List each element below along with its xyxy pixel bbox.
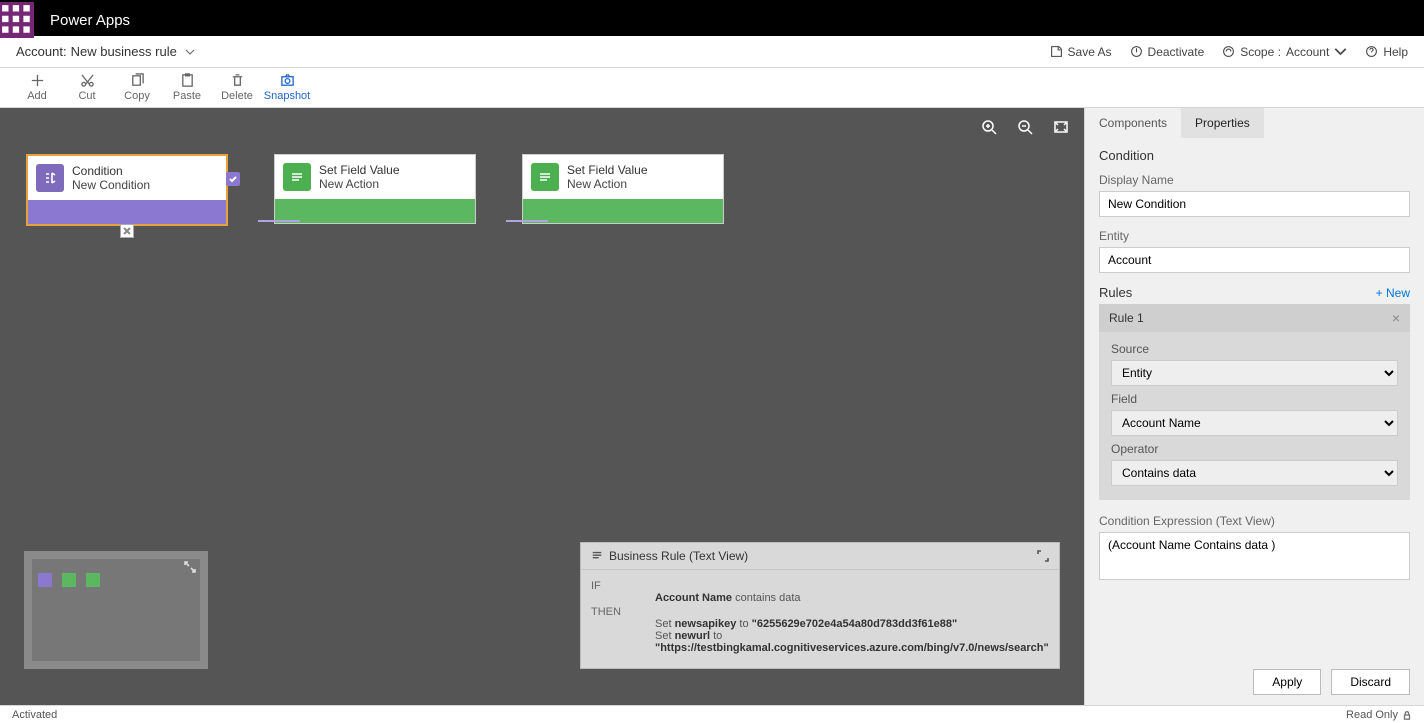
add-button[interactable]: Add <box>12 68 62 107</box>
scope-dropdown[interactable]: Scope : Account <box>1222 45 1347 59</box>
minimap-node <box>38 573 52 587</box>
rule-box: Rule 1 × Source Entity Field Account Nam… <box>1099 304 1410 500</box>
app-name: Power Apps <box>34 12 130 29</box>
title-bar: Power Apps <box>0 0 1424 36</box>
design-canvas[interactable]: Condition New Condition Set Field Value … <box>0 108 1084 705</box>
entity-label: Account: <box>16 44 67 59</box>
rule-header: Account: New business rule Save As Deact… <box>0 36 1424 68</box>
discard-button[interactable]: Discard <box>1331 669 1410 695</box>
minimap-node <box>86 573 100 587</box>
text-view-title: Business Rule (Text View) <box>609 549 748 563</box>
action-node[interactable]: Set Field Value New Action <box>522 154 724 224</box>
node-subtitle: New Action <box>567 177 648 191</box>
new-rule-button[interactable]: + New <box>1376 286 1410 300</box>
set-value-icon <box>531 163 559 191</box>
minimap-node <box>62 573 76 587</box>
node-subtitle: New Condition <box>72 178 150 192</box>
expand-icon[interactable] <box>1037 550 1049 562</box>
expression-label: Condition Expression (Text View) <box>1099 514 1410 528</box>
status-right: Read Only <box>1346 709 1412 721</box>
apply-button[interactable]: Apply <box>1253 669 1321 695</box>
properties-panel: Components Properties Condition Display … <box>1084 108 1424 705</box>
delete-button[interactable]: Delete <box>212 68 262 107</box>
entity-label: Entity <box>1099 229 1410 243</box>
expand-icon[interactable] <box>184 561 198 575</box>
node-title: Set Field Value <box>567 163 648 177</box>
save-as-button[interactable]: Save As <box>1050 45 1112 59</box>
expression-textarea[interactable]: (Account Name Contains data ) <box>1099 532 1410 580</box>
fit-screen-button[interactable] <box>1052 118 1070 136</box>
connector <box>258 220 300 222</box>
business-rule-text-view: Business Rule (Text View) IF Account Nam… <box>580 542 1060 669</box>
entity-input[interactable] <box>1099 247 1410 273</box>
tab-properties[interactable]: Properties <box>1181 108 1264 138</box>
snapshot-button[interactable]: Snapshot <box>262 68 312 107</box>
rule-title-dropdown[interactable]: Account: New business rule <box>16 44 195 59</box>
text-view-icon <box>591 550 603 562</box>
deactivate-button[interactable]: Deactivate <box>1130 45 1205 59</box>
node-title: Condition <box>72 164 150 178</box>
tab-components[interactable]: Components <box>1085 108 1181 138</box>
paste-button[interactable]: Paste <box>162 68 212 107</box>
rule-name: New business rule <box>71 44 177 59</box>
delete-rule-button[interactable]: × <box>1392 310 1400 326</box>
action-toolbar: Add Cut Copy Paste Delete Snapshot <box>0 68 1424 108</box>
operator-select[interactable]: Contains data <box>1111 460 1398 486</box>
chevron-down-icon <box>1334 45 1347 58</box>
zoom-out-button[interactable] <box>1016 118 1034 136</box>
minimap[interactable] <box>24 551 208 669</box>
connector <box>506 220 548 222</box>
field-select[interactable]: Account Name <box>1111 410 1398 436</box>
set-value-icon <box>283 163 311 191</box>
node-subtitle: New Action <box>319 177 400 191</box>
display-name-input[interactable] <box>1099 191 1410 217</box>
lock-icon <box>1402 710 1412 720</box>
display-name-label: Display Name <box>1099 173 1410 187</box>
rules-label: Rules <box>1099 285 1132 300</box>
zoom-in-button[interactable] <box>980 118 998 136</box>
true-connector[interactable] <box>226 172 240 186</box>
node-title: Set Field Value <box>319 163 400 177</box>
status-left: Activated <box>12 709 57 721</box>
action-node[interactable]: Set Field Value New Action <box>274 154 476 224</box>
source-select[interactable]: Entity <box>1111 360 1398 386</box>
rule-title: Rule 1 <box>1109 311 1144 325</box>
waffle-menu[interactable] <box>0 2 34 38</box>
copy-button[interactable]: Copy <box>112 68 162 107</box>
condition-node[interactable]: Condition New Condition <box>26 154 228 226</box>
status-bar: Activated Read Only <box>0 705 1424 723</box>
condition-icon <box>36 164 64 192</box>
false-connector[interactable] <box>120 224 134 238</box>
section-title: Condition <box>1099 148 1410 163</box>
help-button[interactable]: Help <box>1365 45 1408 59</box>
chevron-down-icon <box>185 47 195 57</box>
cut-button[interactable]: Cut <box>62 68 112 107</box>
